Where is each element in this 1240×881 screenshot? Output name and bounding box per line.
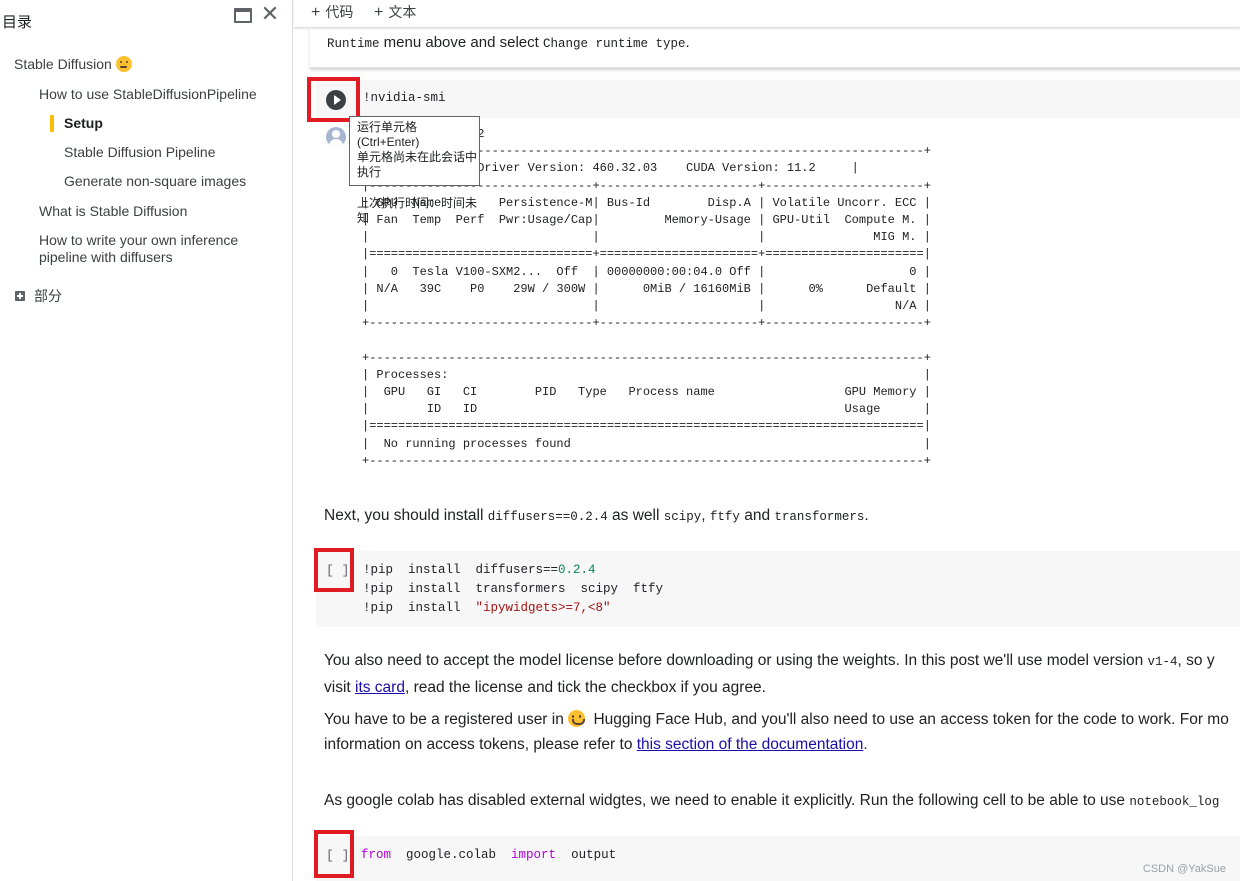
text-span: menu above and select [379, 34, 543, 51]
plus-icon: + [311, 4, 321, 21]
text-span: . [863, 736, 868, 753]
text-span: information on access tokens, please ref… [324, 736, 637, 753]
notebook-toolbar: + 代码 + 文本 [294, 0, 1240, 28]
code-token: !pip install [363, 601, 476, 615]
add-code-button[interactable]: + 代码 [311, 2, 353, 22]
tooltip-line: 单元格尚未在此会话中执行 [357, 150, 478, 179]
output-line: | | | N/A | [362, 299, 931, 314]
tooltip-gap [357, 180, 479, 196]
toc-item-label: Stable Diffusion [14, 56, 112, 72]
code-token: google.colab [391, 848, 512, 862]
text-cell-previous[interactable]: Runtime menu above and select Change run… [310, 28, 1240, 68]
toc-item-label: How to write your own inference [39, 232, 239, 248]
watermark: CSDN @YakSue [1142, 863, 1226, 875]
text-span: as well [607, 507, 664, 524]
plus-icon: + [374, 4, 384, 21]
text-span: As google colab has disabled external wi… [324, 792, 1130, 809]
text-span: , so y [1177, 652, 1215, 669]
output-line: | N/A 39C P0 29W / 300W | 0MiB / 16160Mi… [362, 281, 931, 296]
run-cell-tooltip: 运行单元格 (Ctrl+Enter) 单元格尚未在此会话中执行 上次执行时间：时… [349, 116, 480, 225]
inline-code: Change runtime type [542, 37, 686, 51]
add-text-button[interactable]: + 文本 [374, 2, 416, 22]
inline-code: ftfy [709, 510, 740, 524]
inline-code: v1-4 [1147, 655, 1178, 669]
toc-item-how-to-use[interactable]: How to use StableDiffusionPipeline [39, 86, 257, 103]
output-line: |=======================================… [362, 419, 931, 434]
text-cell-install[interactable]: Next, you should install diffusers==0.2.… [324, 503, 869, 530]
toc-item-write-own[interactable]: How to write your own inference pipeline… [39, 232, 238, 266]
code-cell-nvidia-smi[interactable]: !nvidia-smi [316, 80, 1240, 118]
sidebar-title: 目录 [2, 14, 33, 31]
inline-code: transformers [774, 510, 865, 524]
text-span: Next, you should install [324, 507, 488, 524]
toc-item-label: pipeline with diffusers [39, 249, 173, 265]
output-line: | | | MIG M. | [362, 230, 931, 245]
code-token: "ipywidgets>=7,<8" [475, 601, 611, 615]
output-line: | GPU GI CI PID Type Process name GPU Me… [362, 385, 931, 400]
notebook-main: + 代码 + 文本 Runtime menu above and select Ch… [294, 0, 1240, 881]
code-line: !pip install "ipywidgets>=7,<8" [363, 601, 611, 615]
model-card-link[interactable]: its card [355, 679, 405, 696]
inline-code: Runtime [327, 37, 380, 51]
output-line: +-------------------------------+-------… [362, 316, 931, 331]
code-cell-colab-output[interactable]: from google.colab import output [316, 836, 1240, 881]
toc-item-non-square[interactable]: Generate non-square images [64, 173, 246, 190]
text-span: Hugging Face Hub, and you'll also need t… [589, 711, 1229, 728]
text-span: , [701, 507, 710, 524]
text-span: , read the license and tick the checkbox… [404, 679, 766, 696]
text-cell-line: Runtime menu above and select Change run… [327, 34, 690, 51]
toc-sidebar: 目录 ✕ Stable Diffusion How to use StableD… [0, 0, 293, 881]
tooltip-line: 运行单元格 (Ctrl+Enter) [357, 120, 420, 149]
text-cell-widgets[interactable]: As google colab has disabled external wi… [324, 788, 1219, 815]
text-cell-license[interactable]: You also need to accept the model licens… [324, 648, 1215, 700]
toc-item-setup[interactable]: Setup [64, 115, 103, 132]
active-section-indicator [50, 115, 54, 132]
open-in-tab-icon[interactable] [234, 8, 252, 23]
text-span: visit [324, 679, 355, 696]
text-span: . [685, 34, 690, 51]
code-token: from [361, 848, 392, 862]
code-line: from google.colab import output [361, 848, 616, 862]
output-line: +---------------------------------------… [362, 453, 931, 468]
output-line: |===============================+=======… [362, 247, 931, 262]
code-token: import [511, 848, 557, 862]
text-span: You also need to accept the model licens… [324, 652, 1148, 669]
sidebar-header: 目录 ✕ [0, 0, 293, 34]
output-line: | No running processes found | [362, 436, 931, 451]
close-icon[interactable]: ✕ [260, 4, 280, 26]
code-cell-pip-install[interactable]: !pip install diffusers==0.2.4 !pip insta… [316, 551, 1240, 627]
toc-item-stable-diffusion[interactable]: Stable Diffusion [14, 56, 132, 73]
code-token: output [556, 848, 617, 862]
code-token: !pip install diffusers== [363, 563, 559, 577]
thinking-face-icon [115, 56, 132, 72]
text-cell-access-token[interactable]: You have to be a registered user in Hugg… [324, 707, 1229, 757]
code-line: !pip install transformers scipy ftfy [363, 582, 664, 596]
text-span: . [864, 507, 869, 524]
toc-item-what-is[interactable]: What is Stable Diffusion [39, 203, 187, 220]
toc-item-pipeline[interactable]: Stable Diffusion Pipeline [64, 144, 216, 161]
output-line: | Processes: | [362, 367, 931, 382]
code-line: !nvidia-smi [363, 91, 446, 105]
output-line: | 0 Tesla V100-SXM2... Off | 00000000:00… [362, 264, 931, 279]
highlight-box [314, 548, 354, 592]
add-text-label: 文本 [388, 4, 417, 20]
highlight-box [314, 830, 354, 878]
hugging-face-icon [568, 710, 586, 727]
inline-code: scipy [663, 510, 702, 524]
output-avatar-icon [326, 127, 346, 147]
code-line: !pip install diffusers==0.2.4 [363, 563, 596, 577]
inline-code: notebook_log [1129, 795, 1220, 809]
code-token: 0.2.4 [558, 563, 596, 577]
add-section-button[interactable]: 部分 [34, 288, 62, 305]
tooltip-line: 上次执行时间：时间未知 [357, 196, 478, 225]
inline-code: diffusers==0.2.4 [487, 510, 608, 524]
output-line: | ID ID Usage | [362, 402, 931, 417]
text-span: and [739, 507, 775, 524]
add-code-label: 代码 [325, 4, 354, 20]
output-line: +---------------------------------------… [362, 350, 931, 365]
text-span: You have to be a registered user in [324, 711, 569, 728]
add-section-icon[interactable] [15, 291, 25, 301]
documentation-link[interactable]: this section of the documentation [637, 736, 864, 753]
